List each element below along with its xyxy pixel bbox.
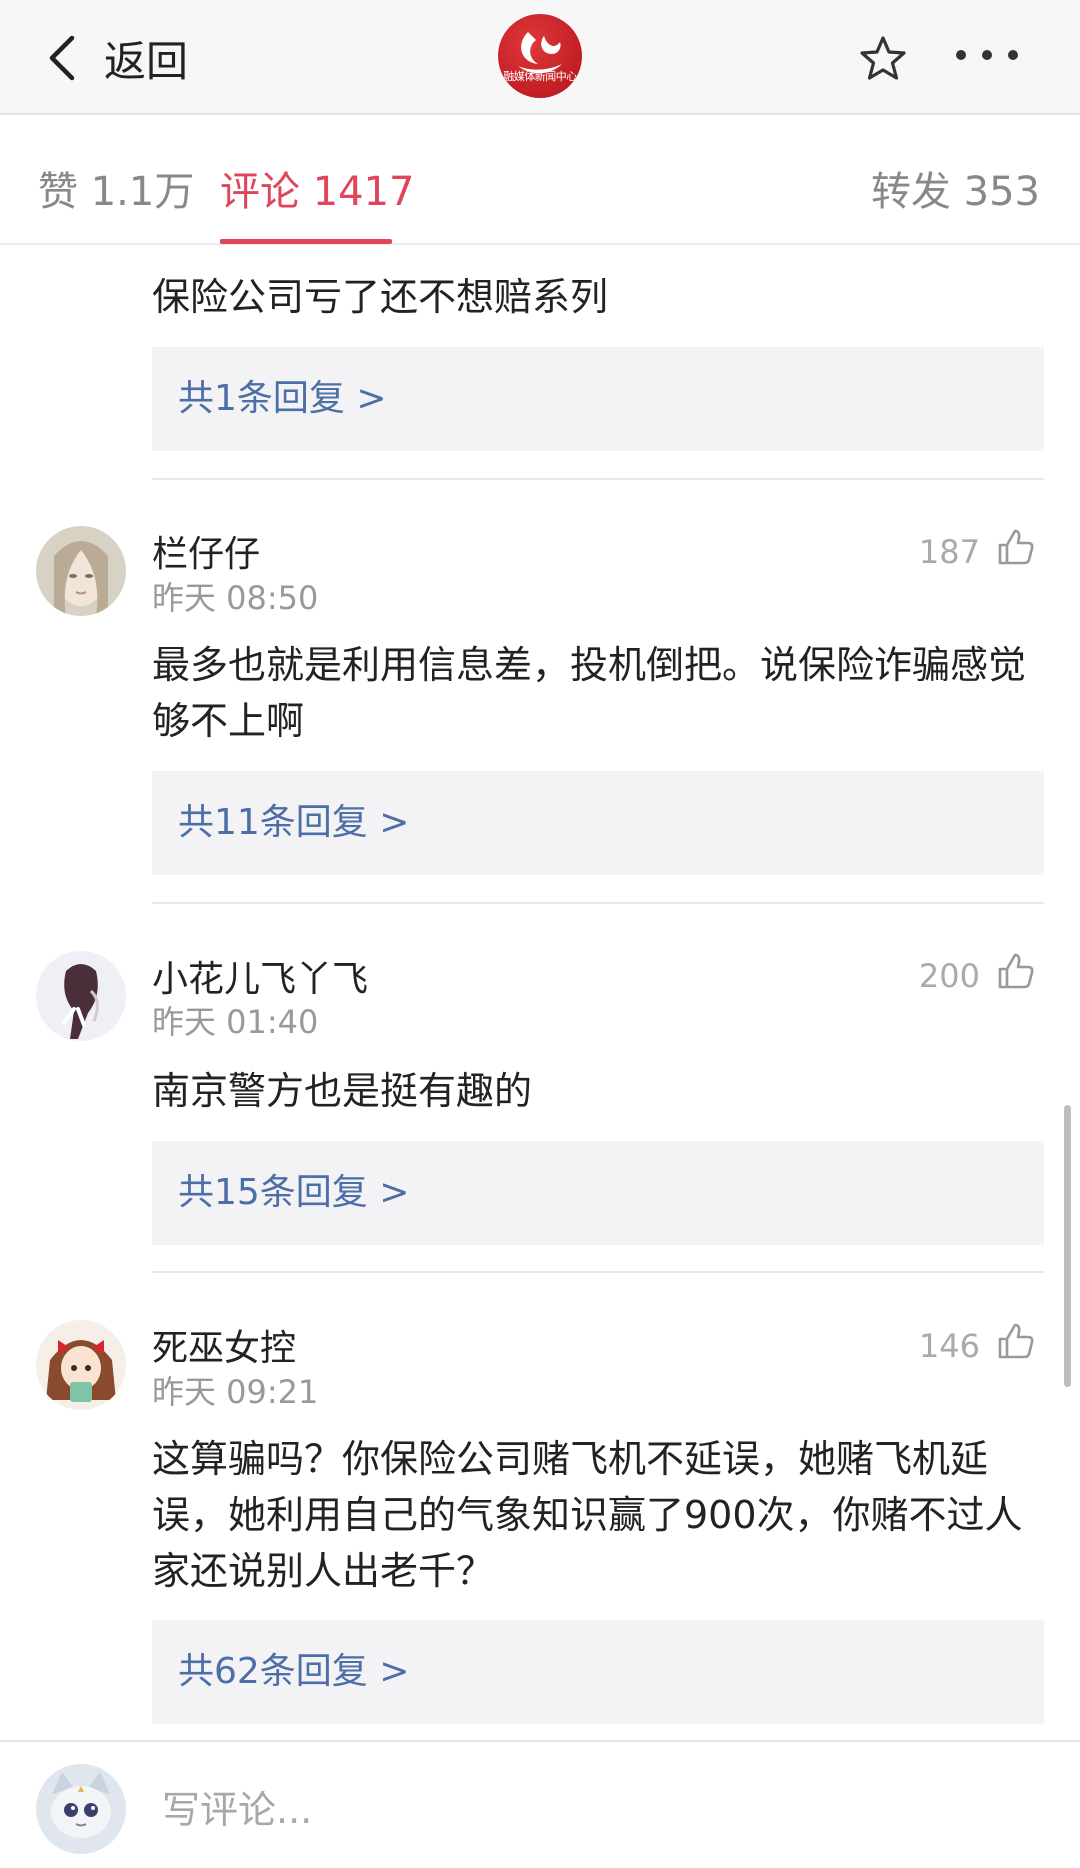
tab-bar: 赞 1.1万 评论 1417 转发 353 (0, 115, 1080, 245)
reply-link: 共11条回复 > (178, 802, 410, 843)
tab-comments[interactable]: 评论 1417 (220, 159, 415, 217)
comment-text: 保险公司亏了还不想赔系列 (152, 275, 609, 319)
chevron-left-icon (49, 35, 75, 81)
comment-divider (152, 902, 1044, 904)
reply-thread-button[interactable]: 共1条回复 > (152, 347, 1044, 451)
user-name[interactable]: 栏仔仔 (152, 525, 260, 577)
comment-text: 南京警方也是挺有趣的 (152, 1069, 533, 1113)
like-count: 187 (918, 533, 980, 571)
compose-bar (0, 1740, 1080, 1868)
logo-text: 融媒体新闻中心 (503, 70, 577, 83)
more-dot (956, 50, 966, 60)
thumbs-up-icon[interactable] (996, 1321, 1036, 1361)
thumbs-up-icon[interactable] (996, 951, 1036, 991)
avatar-image (36, 951, 126, 1041)
more-dot (1008, 50, 1018, 60)
reply-link: 共1条回复 > (178, 378, 387, 419)
more-dot (982, 50, 992, 60)
tab-likes[interactable]: 赞 1.1万 (38, 159, 194, 217)
avatar-image (36, 526, 126, 616)
back-button[interactable]: 返回 (44, 26, 188, 90)
reply-link: 共15条回复 > (178, 1172, 410, 1213)
star-icon[interactable] (858, 34, 908, 84)
back-label: 返回 (104, 36, 189, 86)
avatar[interactable] (36, 1320, 126, 1410)
avatar[interactable] (36, 526, 126, 616)
tab-reposts[interactable]: 转发 353 (871, 159, 1040, 217)
comments-page: 返回 融媒体新闻中心 赞 1.1万 评论 1417 转发 353 保险公司亏了还 (0, 0, 1080, 1868)
logo-mark-icon (518, 32, 562, 74)
like-count: 200 (918, 957, 980, 995)
comment-time: 昨天 01:40 (152, 1003, 319, 1041)
comment-divider (152, 1271, 1044, 1273)
user-name[interactable]: 小花儿飞丫飞 (152, 950, 368, 1002)
like-count: 146 (918, 1327, 980, 1365)
comment-input[interactable] (160, 1764, 1044, 1856)
app-logo: 融媒体新闻中心 (498, 14, 582, 98)
comment-text: 这算骗吗？你保险公司赌飞机不延误，她赌飞机延误，她利用自己的气象知识赢了900次… (152, 1437, 1023, 1593)
reply-thread-button[interactable]: 共11条回复 > (152, 771, 1044, 875)
active-tab-indicator (220, 239, 392, 244)
scrollbar[interactable] (1064, 1105, 1071, 1387)
comment-text: 最多也就是利用信息差，投机倒把。说保险诈骗感觉够不上啊 (152, 643, 1027, 743)
avatar[interactable] (36, 951, 126, 1041)
reply-link: 共62条回复 > (178, 1651, 410, 1692)
user-name[interactable]: 死巫女控 (152, 1319, 296, 1371)
thumbs-up-icon[interactable] (996, 527, 1036, 567)
comment-time: 昨天 08:50 (152, 579, 319, 617)
my-avatar[interactable] (36, 1764, 126, 1854)
comment-time: 昨天 09:21 (152, 1373, 319, 1411)
avatar-image (36, 1320, 126, 1410)
avatar-image (36, 1764, 126, 1854)
reply-thread-button[interactable]: 共15条回复 > (152, 1141, 1044, 1245)
reply-thread-button[interactable]: 共62条回复 > (152, 1620, 1044, 1724)
top-nav-bar: 返回 融媒体新闻中心 (0, 0, 1080, 115)
comment-divider (152, 478, 1044, 480)
more-dots-icon[interactable] (956, 50, 1018, 64)
